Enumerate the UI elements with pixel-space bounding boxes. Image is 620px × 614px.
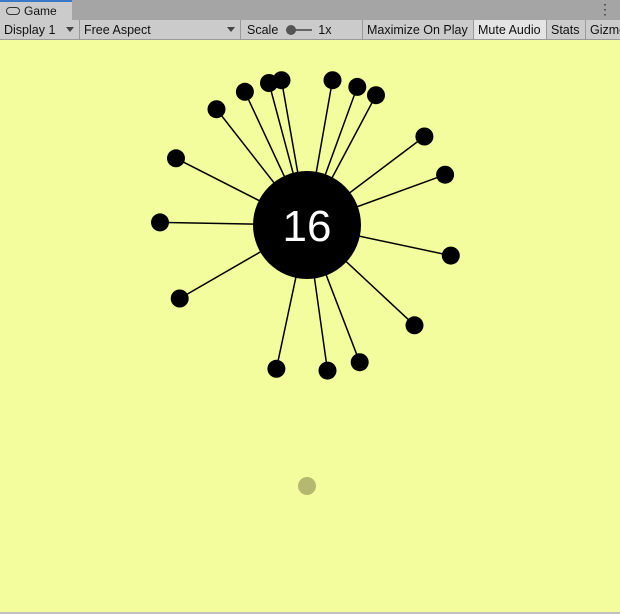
pin-ball xyxy=(167,149,185,168)
pin-ball xyxy=(367,86,385,105)
maximize-label: Maximize On Play xyxy=(367,22,468,37)
pin-ball xyxy=(318,361,337,380)
gamepad-icon xyxy=(6,7,20,15)
slider-knob[interactable] xyxy=(286,24,297,35)
chevron-down-icon xyxy=(66,27,74,32)
pin-ball xyxy=(272,71,291,90)
display-dropdown[interactable]: Display 1 xyxy=(0,20,80,39)
pin-ball xyxy=(207,100,226,119)
scale-slider[interactable] xyxy=(286,24,313,35)
tab-bar: Game ⋮ xyxy=(0,0,620,20)
gizmos-dropdown[interactable]: Gizmos xyxy=(586,20,620,39)
stats-label: Stats xyxy=(551,22,580,37)
score-label: 16 xyxy=(283,202,332,251)
aspect-dropdown[interactable]: Free Aspect xyxy=(80,20,241,39)
pin-ball xyxy=(323,71,342,90)
gizmos-label: Gizmos xyxy=(590,22,620,37)
maximize-on-play-toggle[interactable]: Maximize On Play xyxy=(363,20,474,39)
pin-ball xyxy=(415,127,434,146)
pin-ball xyxy=(170,289,189,308)
stats-toggle[interactable]: Stats xyxy=(547,20,586,39)
scale-value: 1x xyxy=(318,22,332,37)
pin-ball xyxy=(267,359,286,378)
tab-game[interactable]: Game xyxy=(0,0,72,20)
pin-ball xyxy=(235,82,254,101)
kebab-menu-icon[interactable]: ⋮ xyxy=(598,2,612,16)
pin-ball xyxy=(405,316,424,335)
mute-audio-toggle[interactable]: Mute Audio xyxy=(474,20,547,39)
pin-ball xyxy=(151,213,169,232)
pin-ball xyxy=(436,165,455,184)
aspect-label: Free Aspect xyxy=(84,22,151,37)
pin-ball xyxy=(348,77,367,96)
game-toolbar: Display 1 Free Aspect Scale 1x Maximize … xyxy=(0,20,620,40)
scale-label: Scale xyxy=(247,22,279,37)
game-canvas: 16 xyxy=(151,71,460,495)
display-label: Display 1 xyxy=(4,22,56,37)
pin-ball xyxy=(441,246,460,265)
pending-ball xyxy=(298,477,316,495)
game-view[interactable]: 16 xyxy=(0,40,620,612)
tab-label: Game xyxy=(24,4,57,18)
mute-label: Mute Audio xyxy=(478,22,541,37)
pin-ball xyxy=(350,353,369,372)
chevron-down-icon xyxy=(227,27,235,32)
scale-control: Scale 1x xyxy=(241,20,363,39)
